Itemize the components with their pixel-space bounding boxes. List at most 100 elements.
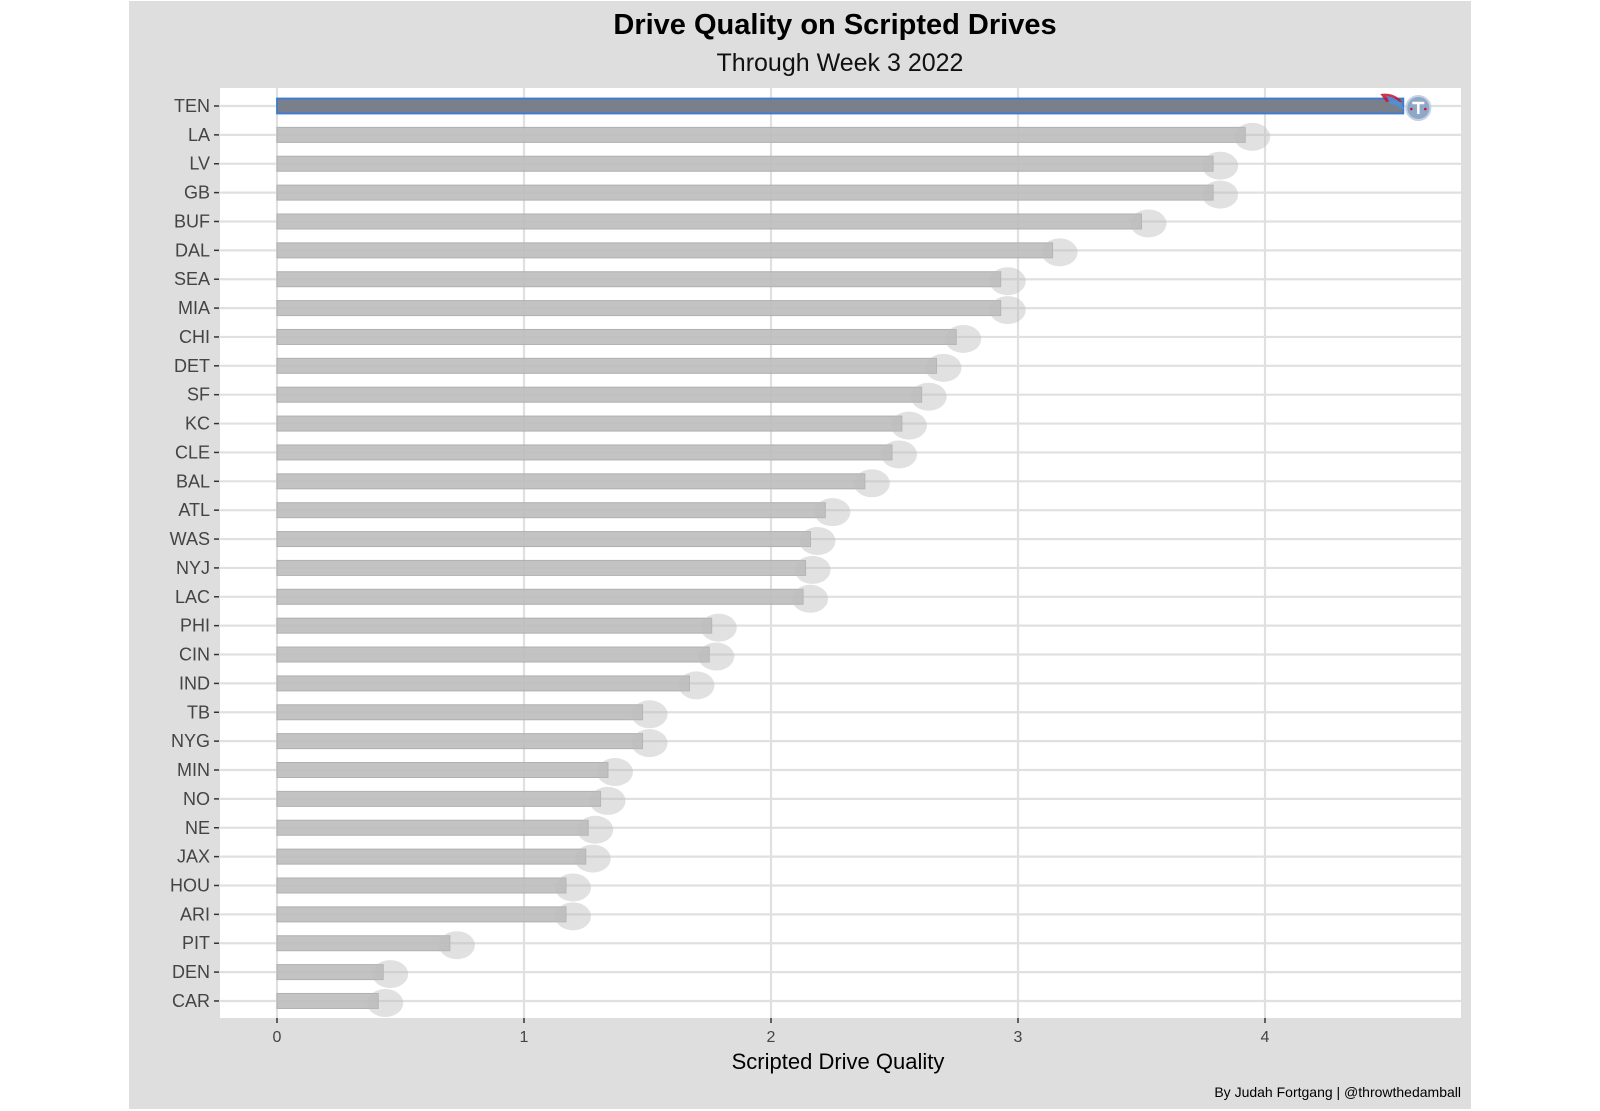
bar-car	[276, 992, 379, 1009]
team-logo-icon-car	[367, 988, 404, 1017]
y-tick-label-bal: BAL	[176, 471, 210, 491]
bar-la	[276, 126, 1246, 143]
team-logo-icon-lac	[792, 584, 829, 613]
bar-cle	[276, 444, 893, 461]
y-tick-label-nyg: NYG	[171, 731, 210, 751]
team-logo-icon-buf	[1130, 209, 1167, 238]
x-tick-label: 0	[273, 1029, 282, 1046]
y-tick-label-dal: DAL	[175, 240, 210, 260]
bar-min	[276, 762, 609, 779]
y-axis: TEN LA LV GB BUF DAL SEA MIA CHI DET SF KC CLE BAL ATL…	[170, 96, 219, 1011]
y-tick-label-car: CAR	[172, 991, 210, 1011]
bar-ind	[276, 675, 690, 692]
y-tick-label-mia: MIA	[178, 298, 210, 318]
bar-mia	[276, 300, 1002, 317]
chart-title: Drive Quality on Scripted Drives	[613, 9, 1056, 41]
team-logo-icon-cin	[698, 642, 735, 671]
x-axis: 0 1 2 3 4	[273, 1018, 1270, 1046]
y-tick-label-lv: LV	[189, 154, 210, 174]
team-logo-icon-det	[925, 353, 962, 382]
bar-den	[276, 964, 384, 981]
bar-sea	[276, 271, 1002, 288]
x-tick-label: 2	[767, 1029, 776, 1046]
bar-ten	[276, 97, 1405, 115]
bar-was	[276, 531, 812, 548]
team-logo-icon-chi	[945, 324, 982, 353]
bar-chart: TEN LA LV GB BUF DAL SEA MIA CHI DET SF KC CLE BAL ATL…	[170, 9, 1461, 1100]
bar-tb	[276, 704, 644, 721]
team-logo-icon-atl	[814, 498, 851, 527]
team-logo-icon-bal	[853, 469, 890, 498]
team-logo-icon-was	[799, 527, 836, 556]
bar-dal	[276, 242, 1054, 259]
team-logo-icon-nyg	[631, 729, 668, 758]
team-logo-icon-lv	[1202, 151, 1239, 180]
team-logo-icon-sea	[989, 267, 1026, 296]
bar-lac	[276, 588, 804, 605]
y-tick-label-det: DET	[174, 356, 210, 376]
chart-subtitle: Through Week 3 2022	[717, 49, 964, 77]
bar-kc	[276, 415, 903, 432]
bar-nyj	[276, 559, 807, 576]
bar-phi	[276, 617, 713, 634]
bar-chi	[276, 328, 957, 345]
y-tick-label-tb: TB	[187, 702, 210, 722]
y-tick-label-phi: PHI	[180, 616, 210, 636]
team-logo-icon-pit	[438, 931, 475, 960]
x-tick-label: 3	[1014, 1029, 1023, 1046]
y-tick-label-ind: IND	[179, 673, 210, 693]
y-tick-label-pit: PIT	[182, 933, 210, 953]
bar-hou	[276, 877, 567, 894]
team-logo-icon-ind	[678, 671, 715, 700]
y-tick-label-buf: BUF	[174, 211, 210, 231]
team-logo-icon-ne	[577, 815, 614, 844]
y-tick-label-min: MIN	[177, 760, 210, 780]
bar-det	[276, 357, 937, 374]
y-tick-label-kc: KC	[185, 414, 210, 434]
y-tick-label-no: NO	[183, 789, 210, 809]
bar-ari	[276, 906, 567, 923]
team-logo-icon-gb	[1202, 180, 1239, 209]
x-tick-label: 1	[520, 1029, 529, 1046]
y-tick-label-lac: LAC	[175, 587, 210, 607]
y-tick-label-ne: NE	[185, 818, 210, 838]
y-tick-label-cin: CIN	[179, 645, 210, 665]
y-tick-label-gb: GB	[184, 183, 210, 203]
team-logo-icon-kc	[890, 411, 927, 440]
bar-nyg	[276, 733, 644, 750]
bar-lv	[276, 155, 1214, 172]
team-logo-icon-sf	[910, 382, 947, 411]
bar-no	[276, 790, 602, 807]
bar-atl	[276, 502, 826, 519]
team-logo-icon-mia	[989, 296, 1026, 325]
team-logo-icon-tb	[631, 700, 668, 729]
team-logo-icon-cle	[881, 440, 918, 469]
team-logo-icon-dal	[1041, 238, 1078, 267]
y-tick-label-atl: ATL	[178, 500, 210, 520]
team-logo-icon-phi	[700, 613, 737, 642]
y-tick-label-den: DEN	[172, 962, 210, 982]
team-logo-icon-hou	[554, 873, 591, 902]
bar-buf	[276, 213, 1142, 230]
y-tick-label-was: WAS	[170, 529, 210, 549]
chart-caption: By Judah Fortgang | @throwthedamball	[1214, 1084, 1461, 1100]
y-tick-label-hou: HOU	[170, 875, 210, 895]
x-axis-label: Scripted Drive Quality	[732, 1049, 945, 1074]
x-tick-label: 4	[1261, 1029, 1270, 1046]
y-tick-label-chi: CHI	[179, 327, 210, 347]
team-logo-icon-no	[589, 786, 626, 815]
team-logo-icon-jax	[574, 844, 611, 873]
team-logo-icon-nyj	[794, 555, 831, 584]
team-logo-icon-den	[372, 960, 409, 989]
y-tick-label-ten: TEN	[174, 96, 210, 116]
bar-ne	[276, 819, 589, 836]
y-tick-label-nyj: NYJ	[176, 558, 210, 578]
y-tick-label-la: LA	[188, 125, 210, 145]
bar-cin	[276, 646, 710, 663]
y-tick-label-jax: JAX	[177, 847, 210, 867]
bar-sf	[276, 386, 923, 403]
team-logo-icon-ari	[554, 902, 591, 931]
bar-gb	[276, 184, 1214, 201]
bar-jax	[276, 848, 587, 865]
bar-bal	[276, 473, 866, 490]
